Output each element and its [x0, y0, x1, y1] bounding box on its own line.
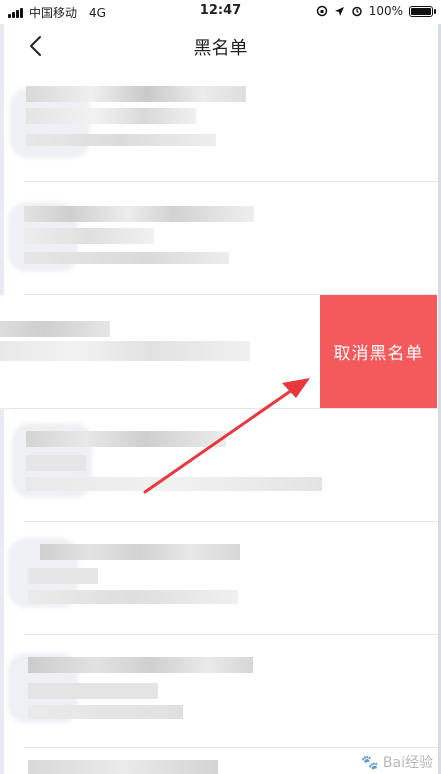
obscured-text: [24, 228, 154, 244]
obscured-subtext: [28, 590, 238, 604]
battery-icon: [409, 5, 436, 17]
list-item-swiped[interactable]: [0, 295, 320, 408]
obscured-name: [24, 206, 254, 222]
status-bar: 中国移动 4G 12:47 100%: [0, 0, 441, 24]
list-item[interactable]: [4, 182, 438, 295]
rotation-lock-icon: [316, 5, 327, 17]
obscured-subtext: [28, 705, 183, 719]
row-divider: [24, 747, 438, 748]
battery-percent: 100%: [368, 4, 403, 18]
list-item[interactable]: [4, 70, 438, 183]
obscured-text: [0, 341, 250, 361]
obscured-name: [0, 321, 110, 337]
list-item[interactable]: [4, 409, 438, 522]
list-item[interactable]: [4, 522, 438, 635]
list-item[interactable]: [4, 635, 438, 748]
status-right: 100%: [316, 4, 436, 18]
page-title: 黑名单: [193, 38, 248, 59]
obscured-name: [26, 86, 246, 102]
obscured-text: [28, 683, 158, 699]
obscured-name: [28, 657, 253, 673]
nav-bar: 黑名单: [0, 24, 441, 70]
alarm-icon: [351, 6, 362, 17]
obscured-text: [28, 568, 98, 584]
remove-from-blacklist-button[interactable]: 取消黑名单: [320, 295, 437, 408]
remove-from-blacklist-label: 取消黑名单: [333, 344, 424, 364]
obscured-subtext: [24, 252, 229, 264]
obscured-text: [26, 108, 196, 124]
obscured-name: [40, 544, 240, 560]
paw-icon: 🐾: [361, 755, 379, 771]
obscured-subtext: [26, 134, 216, 146]
obscured-subtext: [26, 477, 322, 491]
watermark: 🐾 Bai经验: [361, 752, 433, 772]
obscured-name: [28, 760, 218, 774]
obscured-name: [26, 431, 226, 447]
watermark-brand: Bai经验: [382, 755, 433, 771]
location-icon: [334, 6, 344, 16]
obscured-text: [26, 455, 86, 471]
